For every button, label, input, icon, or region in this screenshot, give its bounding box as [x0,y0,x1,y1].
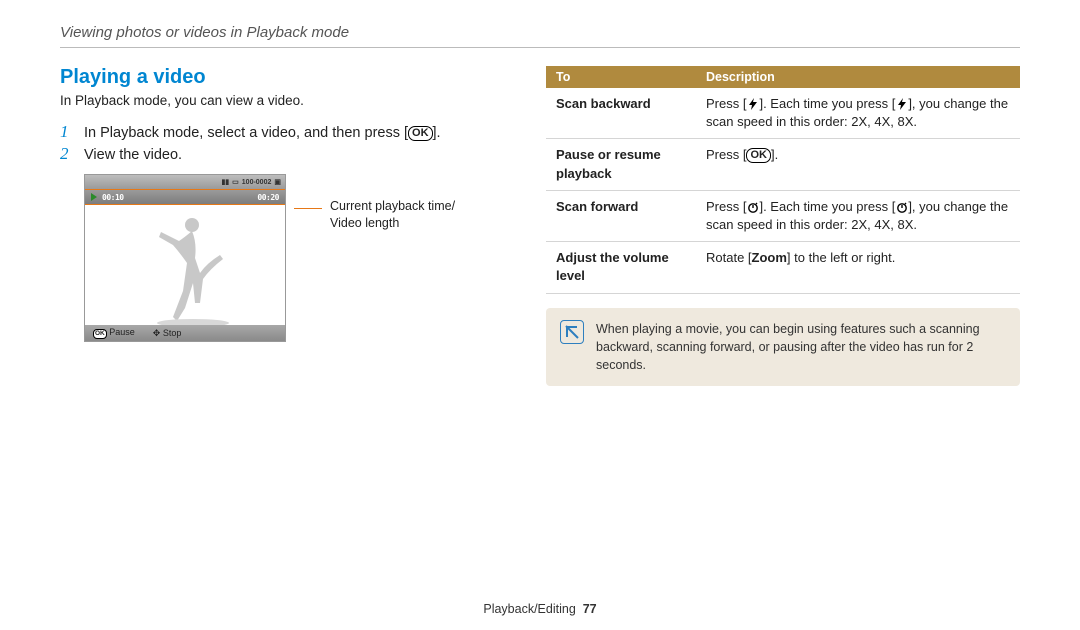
table-row: Scan backward Press [ ]. Each time you pr… [546,88,1020,139]
ok-button-icon: OK [746,148,771,163]
col-to: To [546,66,696,88]
callout-text: Current playback time/ Video length [330,198,455,342]
camera-screenshot: ▮▮ ▭ 100-0002 ▣ 00:10 00:20 [84,174,286,342]
desc-mid: ]. Each time you press [ [759,96,895,111]
col-description: Description [696,66,1020,88]
dancer-silhouette-icon [145,213,255,325]
row-key: Scan forward [546,190,696,241]
section-title: Playing a video [60,66,510,89]
table-row: Adjust the volume level Rotate [Zoom] to… [546,242,1020,293]
row-desc: Press []. Each time you press [], you ch… [696,190,1020,241]
screenshot-bottom-bar: OK Pause ✥ Stop [85,325,285,341]
ok-button-icon: OK [408,126,433,141]
desc-post: ] to the left or right. [787,250,895,265]
desc-pre: Press [ [706,147,746,162]
note-icon [560,320,584,344]
note-box: When playing a movie, you can begin usin… [546,308,1020,386]
desc-pre: Press [ [706,96,746,111]
intro-text: In Playback mode, you can view a video. [60,93,510,108]
stop-label: Stop [163,328,182,338]
playback-current-time: 00:10 [102,193,124,202]
row-desc: Rotate [Zoom] to the left or right. [696,242,1020,293]
footer-section: Playback/Editing [483,602,575,616]
right-column: To Description Scan backward Press [ ]. E… [546,66,1020,386]
ok-mini-icon: OK [93,329,107,339]
file-number: 100-0002 [242,179,272,186]
battery-icon: ▮▮ [221,178,229,186]
step-1-post: ]. [433,125,441,141]
timer-icon [746,198,759,216]
step-2: 2 View the video. [60,144,510,164]
flash-icon [895,95,908,113]
row-key: Scan backward [546,88,696,139]
row-key: Adjust the volume level [546,242,696,293]
video-icon: ▣ [274,178,281,186]
step-1-pre: In Playback mode, select a video, and th… [84,125,408,141]
pause-hint: OK Pause [93,327,135,339]
callout-line-1: Current playback time/ [330,199,455,213]
table-row: Scan forward Press [ ]. Each time you pre… [546,190,1020,241]
screenshot-time-bar: 00:10 00:20 [85,189,285,205]
desc-pre: Press [ [706,199,746,214]
left-column: Playing a video In Playback mode, you ca… [60,66,510,386]
stop-mini-icon: ✥ [153,328,161,338]
table-row: Pause or resume playback Press [OK]. [546,139,1020,190]
step-text: In Playback mode, select a video, and th… [84,125,510,141]
screenshot-video-frame [85,205,285,325]
playback-total-time: 00:20 [257,193,279,202]
zoom-bold: Zoom [752,250,787,265]
timer-icon [895,198,908,216]
two-column-layout: Playing a video In Playback mode, you ca… [60,66,1020,386]
flash-icon [746,95,759,113]
step-1: 1 In Playback mode, select a video, and … [60,122,510,142]
callout-line-2: Video length [330,216,399,230]
desc-mid: ]. Each time you press [ [759,199,895,214]
row-key: Pause or resume playback [546,139,696,190]
page: Viewing photos or videos in Playback mod… [0,0,1080,630]
screenshot-with-callout: ▮▮ ▭ 100-0002 ▣ 00:10 00:20 [84,174,510,342]
divider [60,47,1020,48]
callout-leader-line [294,208,322,209]
stop-hint: ✥ Stop [153,328,182,339]
note-text: When playing a movie, you can begin usin… [596,320,1006,374]
screenshot-status-bar: ▮▮ ▭ 100-0002 ▣ [85,175,285,189]
step-text: View the video. [84,147,510,163]
footer-page-number: 77 [583,602,597,616]
step-number: 1 [60,122,74,142]
row-desc: Press [OK]. [696,139,1020,190]
desc-post: ]. [771,147,778,162]
desc-pre: Rotate [ [706,250,752,265]
play-icon [91,193,97,201]
sd-icon: ▭ [232,178,239,186]
controls-table: To Description Scan backward Press [ ]. E… [546,66,1020,294]
pause-label: Pause [109,327,135,337]
table-header-row: To Description [546,66,1020,88]
step-number: 2 [60,144,74,164]
row-desc: Press []. Each time you press [], you ch… [696,88,1020,139]
breadcrumb: Viewing photos or videos in Playback mod… [60,24,1020,41]
page-footer: Playback/Editing 77 [0,602,1080,616]
